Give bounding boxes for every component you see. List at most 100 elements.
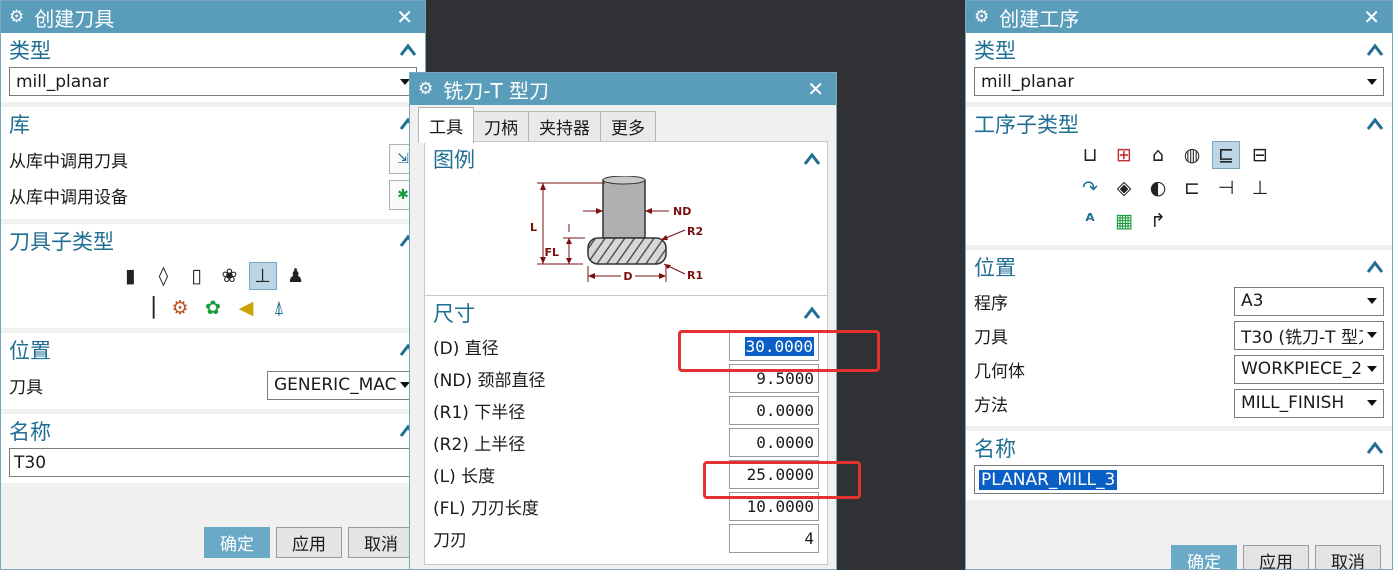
method-row: 方法 MILL_FINISH [974, 386, 1384, 420]
operation-name-input[interactable]: PLANAR_MILL_3 [974, 465, 1384, 494]
collapse-caret-icon[interactable] [1366, 441, 1384, 455]
operation-location-section: 位置 程序 A3 刀具 T30 (铣刀-T 型刀) 几何体 WORKPIECE_… [966, 250, 1392, 431]
barrel-mill-icon[interactable]: ♟ [282, 262, 310, 290]
t-cutter-titlebar[interactable]: ⚙ 铣刀-T 型刀 ✕ [410, 73, 836, 105]
operation-type-select[interactable]: mill_planar [974, 67, 1384, 96]
groove-milling-icon[interactable]: ⊏ [1178, 174, 1206, 202]
spherical-mill-icon[interactable]: ❀ [216, 262, 244, 290]
program-row: 程序 A3 [974, 284, 1384, 318]
legend-section: 图例 L FL ND R2 R1 D [425, 142, 827, 289]
chevron-down-icon [1367, 366, 1377, 372]
chevron-down-icon [1367, 78, 1377, 85]
dialog-title: 创建刀具 [34, 6, 115, 31]
holder-icon[interactable]: ⚙ [166, 294, 194, 322]
head-icon[interactable]: ✿ [199, 294, 227, 322]
apply-button[interactable]: 应用 [1243, 545, 1309, 569]
flutes-input[interactable]: 4 [729, 523, 819, 553]
section-header[interactable]: 位置 [9, 333, 417, 367]
face-milling-manual-icon[interactable]: ◍ [1178, 141, 1206, 169]
operation-type-section: 类型 mill_planar [966, 33, 1392, 107]
collapse-caret-icon[interactable] [1366, 260, 1384, 274]
t-cutter-icon[interactable]: ⊥ [248, 262, 277, 290]
tab-holder[interactable]: 夹持器 [528, 111, 601, 141]
library-call-tool-row: 从库中调用刀具 ⇲ [9, 141, 417, 177]
dialog-buttons: 确定 应用 取消 [1171, 545, 1381, 569]
cancel-button[interactable]: 取消 [348, 527, 414, 558]
section-header[interactable]: 位置 [974, 250, 1384, 284]
geometry-select[interactable]: WORKPIECE_2 [1234, 354, 1384, 384]
mill-control-icon[interactable]: ▦ [1110, 207, 1138, 235]
dim-row-upper-radius: (R2) 上半径 0.0000 [425, 426, 827, 458]
label-fl: FL [544, 246, 559, 259]
planar-mill-icon[interactable]: ⊑ [1212, 141, 1240, 169]
section-header[interactable]: 类型 [974, 33, 1384, 67]
collapse-caret-icon[interactable] [803, 306, 821, 320]
method-select[interactable]: MILL_FINISH [1234, 388, 1384, 418]
close-icon[interactable]: ✕ [807, 77, 824, 101]
library-call-device-row: 从库中调用设备 ✱ [9, 177, 417, 213]
finish-floor-icon[interactable]: ◐ [1144, 174, 1172, 202]
thread-mill-icon[interactable]: ▕ [133, 294, 161, 322]
label-nd: ND [673, 205, 691, 218]
close-icon[interactable]: ✕ [1363, 5, 1380, 29]
tab-tool[interactable]: 工具 [418, 107, 474, 143]
dim-row-flutes: 刀刃 4 [425, 522, 827, 554]
create-operation-dialog: ⚙ 创建工序 ✕ 类型 mill_planar 工序子类型 ⊔ ⊞ ⌂ ◍ ⊑ … [965, 0, 1393, 570]
collapse-caret-icon[interactable] [803, 152, 821, 166]
dialog-title: 铣刀-T 型刀 [443, 78, 550, 103]
chevron-down-icon [1367, 298, 1377, 304]
cancel-button[interactable]: 取消 [1315, 545, 1381, 569]
tab-more[interactable]: 更多 [600, 111, 656, 141]
section-header[interactable]: 图例 [433, 142, 821, 176]
lower-radius-input[interactable]: 0.0000 [729, 395, 819, 425]
tool-select[interactable]: T30 (铣刀-T 型刀) [1234, 320, 1384, 350]
floor-wall-icon[interactable]: ⊔ [1076, 141, 1104, 169]
section-header[interactable]: 名称 [974, 431, 1384, 465]
close-icon[interactable]: ✕ [396, 5, 413, 29]
section-header[interactable]: 工序子类型 [974, 107, 1384, 141]
chamfer-mill-icon[interactable]: ▯ [183, 262, 211, 290]
label-r1: R1 [687, 269, 703, 282]
name-section: 名称 T30 [1, 414, 425, 488]
probe-icon[interactable]: ◀ [232, 294, 260, 322]
planar-profile-icon[interactable]: ⊟ [1246, 141, 1274, 169]
ball-mill-icon[interactable]: ◊ [150, 262, 178, 290]
floor-wall-ipw-icon[interactable]: ⊞ [1110, 141, 1138, 169]
tool-type-select[interactable]: mill_planar [9, 67, 417, 96]
tab-bar: 工具 刀柄 夹持器 更多 [410, 105, 836, 143]
ok-button[interactable]: 确定 [1171, 545, 1237, 569]
dim-row-lower-radius: (R1) 下半径 0.0000 [425, 394, 827, 426]
collapse-caret-icon[interactable] [1366, 43, 1384, 57]
label-d: D [623, 270, 632, 283]
label-r2: R2 [687, 225, 703, 238]
tab-shank[interactable]: 刀柄 [473, 111, 529, 141]
create-tool-titlebar[interactable]: ⚙ 创建刀具 ✕ [1, 1, 425, 33]
planar-text-icon[interactable]: ᴬ [1076, 207, 1104, 235]
section-header[interactable]: 尺寸 [425, 296, 827, 330]
face-milling-icon[interactable]: ⌂ [1144, 141, 1172, 169]
operation-name-section: 名称 PLANAR_MILL_3 [966, 431, 1392, 505]
collapse-caret-icon[interactable] [1366, 117, 1384, 131]
apply-button[interactable]: 应用 [276, 527, 342, 558]
program-select[interactable]: A3 [1234, 286, 1384, 316]
ok-button[interactable]: 确定 [204, 527, 270, 558]
location-tool-select[interactable]: GENERIC_MACHINE [267, 370, 417, 400]
mill-form-icon[interactable]: ⍋ [265, 294, 293, 322]
dialog-title: 创建工序 [999, 6, 1080, 31]
section-header[interactable]: 名称 [9, 414, 417, 448]
thread-milling-icon[interactable]: ⊥ [1246, 174, 1274, 202]
section-header[interactable]: 刀具子类型 [9, 224, 417, 258]
end-mill-icon[interactable]: ▮ [117, 262, 145, 290]
chevron-down-icon [1367, 400, 1377, 406]
create-operation-titlebar[interactable]: ⚙ 创建工序 ✕ [966, 1, 1392, 33]
tool-name-input[interactable]: T30 [9, 448, 417, 477]
section-header[interactable]: 库 [9, 107, 417, 141]
hole-chamfer-icon[interactable]: ⊣ [1212, 174, 1240, 202]
collapse-caret-icon[interactable] [399, 43, 417, 57]
cleanup-corners-icon[interactable]: ↷ [1076, 174, 1104, 202]
mill-user-icon[interactable]: ↱ [1144, 207, 1172, 235]
geometry-row: 几何体 WORKPIECE_2 [974, 352, 1384, 386]
section-header[interactable]: 类型 [9, 33, 417, 67]
upper-radius-input[interactable]: 0.0000 [729, 427, 819, 457]
finish-walls-icon[interactable]: ◈ [1110, 174, 1138, 202]
